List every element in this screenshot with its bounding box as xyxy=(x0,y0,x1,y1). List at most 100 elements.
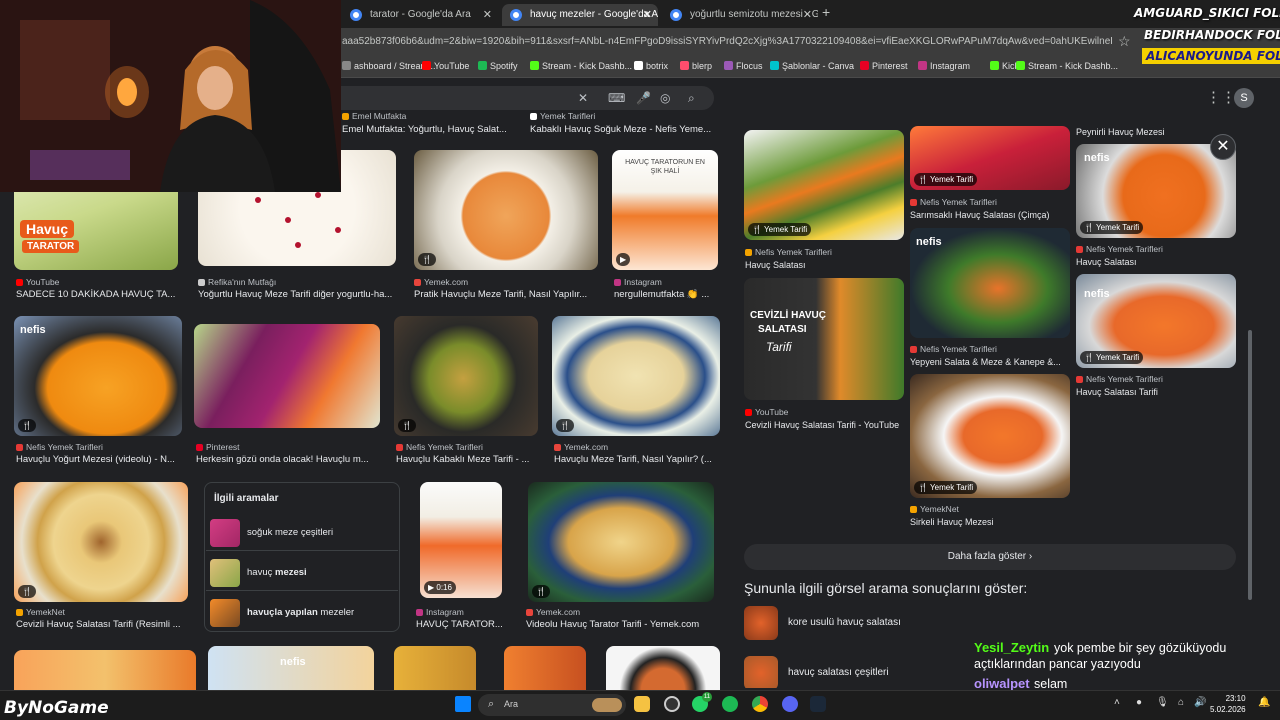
taskbar-search[interactable]: ⌕ Ara xyxy=(478,694,626,716)
lens-icon[interactable]: ◎ xyxy=(660,91,670,105)
bookmark-item[interactable]: Şablonlar - Canva xyxy=(770,61,854,71)
bookmark-item[interactable]: YouTube xyxy=(422,61,469,71)
tray-icon[interactable]: ● xyxy=(1136,697,1142,708)
windows-start-icon[interactable] xyxy=(455,696,471,712)
spotify-icon[interactable] xyxy=(722,696,738,712)
result-title[interactable]: Havuçlu Yoğurt Mezesi (videolu) - N... xyxy=(16,454,182,465)
result-image[interactable]: 🍴 xyxy=(528,482,714,602)
panel-title[interactable]: Havuç Salatası xyxy=(1076,257,1236,267)
tab-havuc-mezeler[interactable]: havuç mezeler - Google'da Ara ✕ xyxy=(502,4,658,26)
panel-title[interactable]: Cevizli Havuç Salatası Tarifi - YouTube xyxy=(745,420,905,430)
result-image[interactable]: HAVUÇ TARATORUN EN ŞIK HALİ ▶ xyxy=(612,150,718,270)
tray-icon[interactable]: 🎙 xyxy=(1156,697,1169,708)
panel-title[interactable]: Sarımsaklı Havuç Salatası (Çimça) xyxy=(910,210,1070,220)
similar-thumbnail xyxy=(744,606,778,640)
panel-image[interactable]: 🍴 Yemek Tarifi xyxy=(910,374,1070,498)
result-image[interactable]: 🍴 xyxy=(14,482,188,602)
search-icon[interactable]: ⌕ xyxy=(688,91,695,106)
related-item[interactable]: havuç mezesi xyxy=(206,555,398,591)
result-title[interactable]: Videolu Havuç Tarator Tarifi - Yemek.com xyxy=(526,619,714,630)
tray-chevron-icon[interactable]: ˄ xyxy=(1114,697,1120,708)
recipe-badge: 🍴 Yemek Tarifi xyxy=(1080,221,1144,234)
close-tab-icon[interactable]: ✕ xyxy=(483,4,492,26)
result-title[interactable]: Pratik Havuçlu Meze Tarifi, Nasıl Yapılı… xyxy=(414,289,600,300)
result-image[interactable] xyxy=(394,646,476,690)
panel-title[interactable]: Sirkeli Havuç Mezesi xyxy=(910,517,1070,527)
bookmark-item[interactable]: Pinterest xyxy=(860,61,908,71)
result-source: Yemek.com xyxy=(526,607,714,617)
result-title[interactable]: HAVUÇ TARATOR... xyxy=(416,619,516,630)
scrollbar[interactable] xyxy=(1248,330,1252,600)
related-item[interactable]: soğuk meze çeşitleri xyxy=(206,515,398,551)
tab-tarator[interactable]: tarator - Google'da Ara ✕ xyxy=(342,4,498,26)
result-title[interactable]: Herkesin gözü onda olacak! Havuçlu m... xyxy=(196,454,380,465)
result-source: YouTube xyxy=(16,277,176,287)
google-favicon-icon xyxy=(670,9,682,21)
result-image[interactable] xyxy=(504,646,586,690)
bookmark-item[interactable]: blerp xyxy=(680,61,712,71)
panel-source: Nefis Yemek Tarifleri xyxy=(910,344,1070,354)
result-title[interactable]: Kabaklı Havuç Soğuk Meze - Nefis Yeme... xyxy=(530,124,720,135)
panel-image[interactable]: CEVİZLİ HAVUÇ SALATASI Tarifi xyxy=(744,278,904,400)
steam-icon[interactable] xyxy=(810,696,826,712)
bookmark-item[interactable]: Spotify xyxy=(478,61,518,71)
panel-image[interactable]: nefis 🍴 Yemek Tarifi xyxy=(1076,144,1236,238)
url-field[interactable]: aaa52b873f06b6&udm=2&biw=1920&bih=911&sx… xyxy=(342,36,1112,47)
result-image[interactable]: nefis 🍴 xyxy=(14,316,182,436)
bookmark-item[interactable]: Flocus xyxy=(724,61,763,71)
bookmark-item[interactable]: Stream - Kick Dashb... xyxy=(1016,61,1118,71)
result-source: Yemek Tarifleri xyxy=(530,111,720,121)
clear-icon[interactable]: ✕ xyxy=(578,91,588,105)
volume-icon[interactable]: 🔊 xyxy=(1194,697,1206,708)
bookmark-star-icon[interactable]: ☆ xyxy=(1118,33,1131,50)
panel-image[interactable]: nefis 🍴 Yemek Tarifi xyxy=(1076,274,1236,368)
bookmark-item[interactable]: Kick xyxy=(990,61,1019,71)
github-icon[interactable] xyxy=(664,696,680,712)
result-image[interactable]: 🍴 xyxy=(552,316,720,436)
show-more-button[interactable]: Daha fazla göster › xyxy=(744,544,1236,570)
file-explorer-icon[interactable] xyxy=(634,696,650,712)
close-tab-icon[interactable]: ✕ xyxy=(803,4,812,26)
result-title[interactable]: SADECE 10 DAKİKADA HAVUÇ TA... xyxy=(16,289,182,300)
bookmark-item[interactable]: Stream - Kick Dashb... xyxy=(530,61,632,71)
related-item[interactable]: havuçla yapılan mezeler xyxy=(206,595,398,631)
result-title[interactable]: Yoğurtlu Havuç Meze Tarifi diğer yogurtl… xyxy=(198,289,396,300)
similar-item[interactable]: kore usulü havuç salatası xyxy=(744,606,1224,640)
avatar[interactable]: S xyxy=(1234,88,1254,108)
result-image[interactable] xyxy=(194,324,380,428)
discord-icon[interactable] xyxy=(782,696,798,712)
chrome-icon[interactable] xyxy=(752,696,768,712)
result-title[interactable]: Havuçlu Kabaklı Meze Tarifi - ... xyxy=(396,454,538,465)
panel-image[interactable]: nefis xyxy=(910,228,1070,338)
bookmark-item[interactable]: Instagram xyxy=(918,61,970,71)
tab-semizotu[interactable]: yoğurtlu semizotu mezesi - Goo ✕ xyxy=(662,4,818,26)
notification-icon[interactable]: 🔔 xyxy=(1258,697,1270,708)
result-image[interactable] xyxy=(14,650,196,690)
panel-title[interactable]: Havuç Salatası xyxy=(745,260,905,270)
panel-image[interactable]: 🍴 Yemek Tarifi xyxy=(910,126,1070,190)
keyboard-icon[interactable]: ⌨ xyxy=(608,91,625,105)
result-title[interactable]: Cevizli Havuç Salatası Tarifi (Resimli .… xyxy=(16,619,188,630)
panel-title[interactable]: Yepyeni Salata & Meze & Kanepe &... xyxy=(910,357,1070,367)
result-image[interactable] xyxy=(606,646,720,690)
panel-title[interactable]: Havuç Salatası Tarifi xyxy=(1076,387,1236,397)
mic-icon[interactable]: 🎤 xyxy=(636,91,651,105)
close-panel-icon[interactable]: ✕ xyxy=(1210,134,1236,160)
close-tab-icon[interactable]: ✕ xyxy=(643,4,652,26)
result-image[interactable]: ▶ 0:16 xyxy=(420,482,502,598)
new-tab-icon[interactable]: + xyxy=(822,4,830,20)
result-title[interactable]: nergullemutfakta 👏 ... xyxy=(614,289,720,300)
apps-grid-icon[interactable]: ⋮⋮ xyxy=(1206,88,1236,106)
bookmark-item[interactable]: botrix xyxy=(634,61,668,71)
result-title[interactable]: Emel Mutfakta: Yoğurtlu, Havuç Salat... xyxy=(342,124,522,135)
panel-title[interactable]: Peynirli Havuç Mezesi xyxy=(1076,127,1236,137)
network-icon[interactable]: ⌂ xyxy=(1178,697,1184,708)
result-image[interactable]: 🍴 xyxy=(394,316,538,436)
result-image[interactable]: nefis xyxy=(208,646,374,690)
recipe-badge-icon: 🍴 xyxy=(398,419,416,432)
result-image[interactable]: 🍴 xyxy=(414,150,598,270)
search-input[interactable] xyxy=(340,86,714,110)
clock[interactable]: 23:10 5.02.2026 xyxy=(1210,693,1246,715)
result-title[interactable]: Havuçlu Meze Tarifi, Nasıl Yapılır? (... xyxy=(554,454,720,465)
panel-image[interactable]: 🍴 Yemek Tarifi xyxy=(744,130,904,240)
